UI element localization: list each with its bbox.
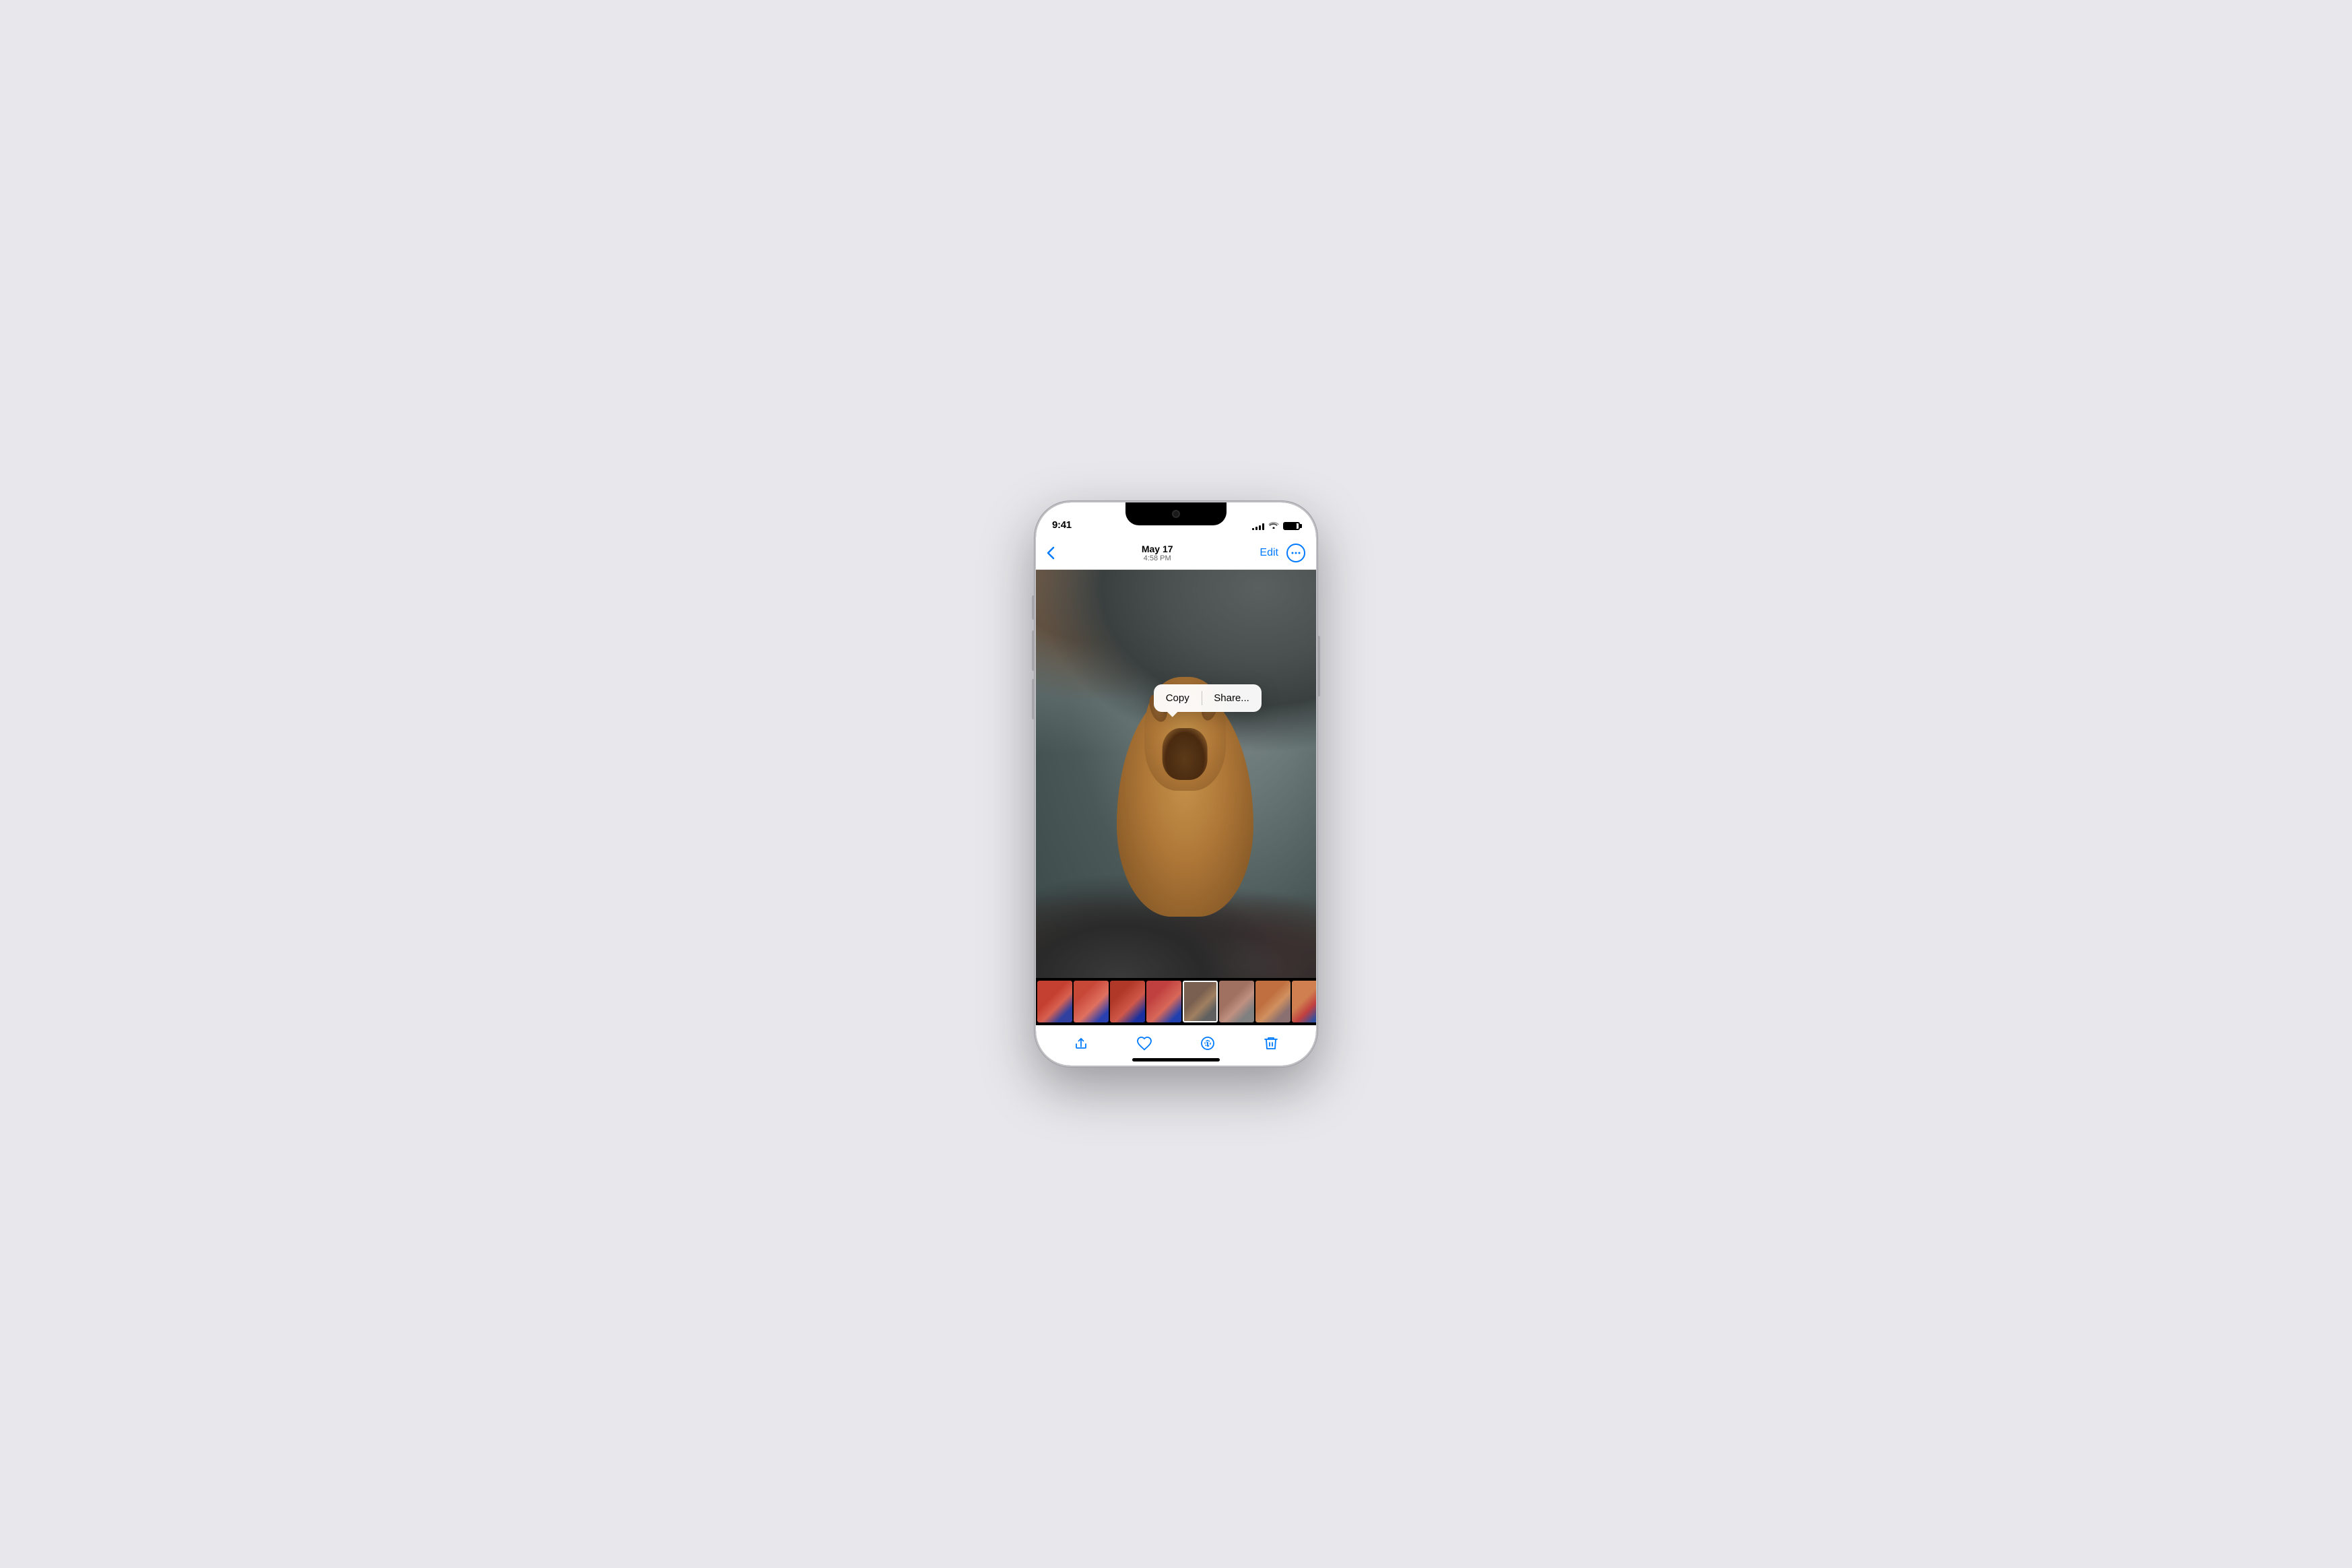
nav-center: May 17 4:58 PM (1142, 544, 1173, 562)
delete-toolbar-button[interactable] (1256, 1028, 1286, 1058)
nav-bar: May 17 4:58 PM Edit (1036, 536, 1316, 570)
dog-face (1163, 728, 1208, 779)
filmstrip-thumb-8[interactable] (1292, 981, 1316, 1022)
favorite-toolbar-button[interactable] (1130, 1028, 1159, 1058)
more-button[interactable] (1286, 544, 1305, 562)
front-camera (1172, 510, 1180, 518)
back-button[interactable] (1047, 546, 1055, 560)
filmstrip-thumb-7[interactable] (1255, 981, 1291, 1022)
phone-screen: 9:41 (1036, 502, 1316, 1066)
phone-device: 9:41 (1035, 501, 1317, 1067)
edit-button[interactable]: Edit (1260, 547, 1278, 559)
home-indicator[interactable] (1132, 1058, 1220, 1061)
dog-body (1117, 688, 1253, 917)
dog-subject (1094, 631, 1276, 917)
battery-icon (1283, 522, 1300, 530)
filmstrip[interactable] (1036, 978, 1316, 1025)
filmstrip-thumb-6[interactable] (1219, 981, 1254, 1022)
filmstrip-thumb-2[interactable] (1074, 981, 1109, 1022)
share-toolbar-button[interactable] (1066, 1028, 1096, 1058)
share-button[interactable]: Share... (1202, 687, 1262, 709)
nav-title: May 17 (1142, 544, 1173, 554)
filmstrip-thumb-3[interactable] (1110, 981, 1145, 1022)
phone-frame: 9:41 (1035, 501, 1317, 1067)
wifi-icon (1268, 521, 1279, 531)
copy-button[interactable]: Copy (1154, 687, 1202, 709)
filmstrip-thumb-1[interactable] (1037, 981, 1072, 1022)
photo-view[interactable]: Copy Share... (1036, 570, 1316, 978)
info-toolbar-button[interactable] (1193, 1028, 1222, 1058)
power-button[interactable] (1317, 636, 1320, 696)
status-time: 9:41 (1052, 519, 1072, 531)
filmstrip-thumb-4[interactable] (1146, 981, 1181, 1022)
notch (1125, 502, 1227, 525)
signal-icon (1252, 522, 1264, 530)
context-menu: Copy Share... (1154, 684, 1262, 712)
nav-subtitle: 4:58 PM (1142, 554, 1173, 562)
status-icons (1252, 521, 1300, 531)
nav-right: Edit (1260, 544, 1305, 562)
filmstrip-thumb-5-active[interactable] (1183, 981, 1218, 1022)
